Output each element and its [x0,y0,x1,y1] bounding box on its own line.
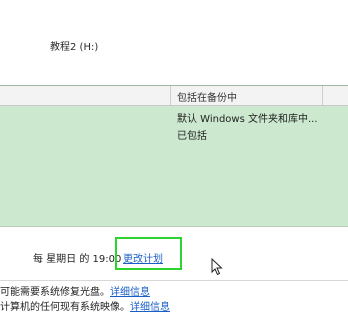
info-text: 可能需要系统修复光盘。 [0,287,110,298]
list-item: 已包括 [177,131,207,142]
divider [0,280,348,281]
column-header-included[interactable]: 包括在备份中 [177,89,237,104]
info-line-system-image: 计算机的任何现有系统映像。详细信息 [0,298,170,313]
info-text: 计算机的任何现有系统映像。 [0,302,130,313]
details-link[interactable]: 详细信息 [110,287,150,298]
info-line-repair-disc: 可能需要系统修复光盘。详细信息 [0,283,150,298]
backup-location-label: 教程2 (H:) [50,42,99,53]
column-divider[interactable] [322,86,323,105]
list-item: 默认 Windows 文件夹和库中... [177,114,318,125]
column-divider[interactable] [170,86,171,105]
schedule-text: 每 星期日 的 19:00 [33,254,122,265]
list-header: 包括在备份中 [0,86,348,106]
details-link[interactable]: 详细信息 [130,302,170,313]
highlight-box [115,237,182,270]
mouse-pointer-icon [211,258,223,276]
backup-contents-list: 包括在备份中 默认 Windows 文件夹和库中... 已包括 [0,85,348,227]
